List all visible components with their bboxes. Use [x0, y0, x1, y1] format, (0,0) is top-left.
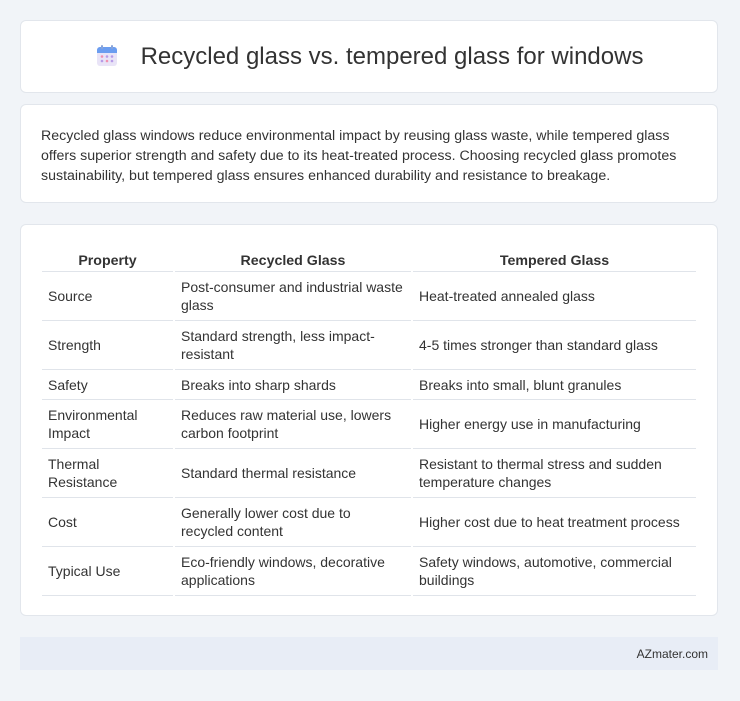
tempered-glass-cell: Heat-treated annealed glass — [413, 272, 696, 321]
title-card: Recycled glass vs. tempered glass for wi… — [20, 20, 718, 93]
property-cell: Cost — [42, 498, 173, 547]
property-cell: Source — [42, 272, 173, 321]
intro-paragraph: Recycled glass windows reduce environmen… — [41, 128, 677, 184]
property-cell: Typical Use — [42, 547, 173, 596]
tempered-glass-cell: 4-5 times stronger than standard glass — [413, 321, 696, 370]
table-row: Source Post-consumer and industrial wast… — [42, 272, 696, 321]
page-title: Recycled glass vs. tempered glass for wi… — [140, 42, 644, 70]
tempered-glass-cell: Breaks into small, blunt granules — [413, 370, 696, 400]
comparison-table-card: Property Recycled Glass Tempered Glass S… — [20, 224, 718, 616]
tempered-glass-cell: Resistant to thermal stress and sudden t… — [413, 449, 696, 498]
footer-bar: AZmater.com — [20, 637, 718, 670]
recycled-glass-cell: Generally lower cost due to recycled con… — [175, 498, 411, 547]
comparison-table: Property Recycled Glass Tempered Glass S… — [40, 245, 698, 596]
property-cell: Thermal Resistance — [42, 449, 173, 498]
table-row: Typical Use Eco-friendly windows, decora… — [42, 547, 696, 596]
footer-site-name: AZmater.com — [636, 646, 708, 661]
table-row: Thermal Resistance Standard thermal resi… — [42, 449, 696, 498]
recycled-glass-cell: Eco-friendly windows, decorative applica… — [175, 547, 411, 596]
recycled-glass-cell: Standard strength, less impact-resistant — [175, 321, 411, 370]
intro-card: Recycled glass windows reduce environmen… — [20, 104, 718, 203]
table-row: Cost Generally lower cost due to recycle… — [42, 498, 696, 547]
property-cell: Safety — [42, 370, 173, 400]
property-cell: Environmental Impact — [42, 400, 173, 449]
calendar-icon — [96, 44, 117, 66]
table-row: Safety Breaks into sharp shards Breaks i… — [42, 370, 696, 400]
recycled-glass-cell: Reduces raw material use, lowers carbon … — [175, 400, 411, 449]
tempered-glass-cell: Higher cost due to heat treatment proces… — [413, 498, 696, 547]
table-row: Strength Standard strength, less impact-… — [42, 321, 696, 370]
tempered-glass-cell: Higher energy use in manufacturing — [413, 400, 696, 449]
column-header-recycled-glass: Recycled Glass — [175, 245, 411, 272]
tempered-glass-cell: Safety windows, automotive, commercial b… — [413, 547, 696, 596]
recycled-glass-cell: Post-consumer and industrial waste glass — [175, 272, 411, 321]
column-header-tempered-glass: Tempered Glass — [413, 245, 696, 272]
table-header-row: Property Recycled Glass Tempered Glass — [42, 245, 696, 272]
table-row: Environmental Impact Reduces raw materia… — [42, 400, 696, 449]
column-header-property: Property — [42, 245, 173, 272]
property-cell: Strength — [42, 321, 173, 370]
recycled-glass-cell: Breaks into sharp shards — [175, 370, 411, 400]
recycled-glass-cell: Standard thermal resistance — [175, 449, 411, 498]
